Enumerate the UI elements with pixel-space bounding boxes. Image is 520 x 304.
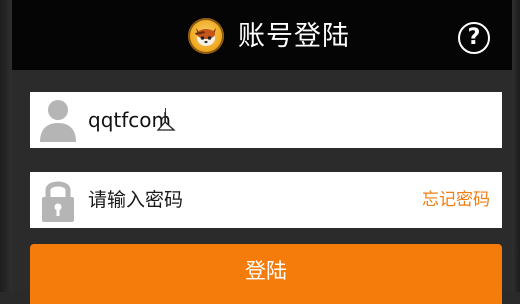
fox-avatar-icon [188,18,224,54]
dialog-title: 账号登陆 [238,21,350,52]
padlock-icon [38,176,78,228]
help-button[interactable]: ? [458,22,490,54]
password-field[interactable]: 忘记密码 [30,172,502,228]
dialog-titlebar: 账号登陆 ? [12,0,512,70]
forgot-password-link[interactable]: 忘记密码 [422,172,490,228]
background-edge-left [0,0,12,292]
user-silhouette-icon [38,96,78,148]
password-input[interactable] [88,172,398,228]
username-field[interactable]: qqtfcom [30,92,502,148]
mouse-cursor-icon [156,110,178,138]
login-dialog: 账号登陆 ? qqtfcom 忘记密码 登陆 [12,0,512,304]
login-button[interactable]: 登陆 [30,244,502,304]
background-edge-right [512,0,520,292]
